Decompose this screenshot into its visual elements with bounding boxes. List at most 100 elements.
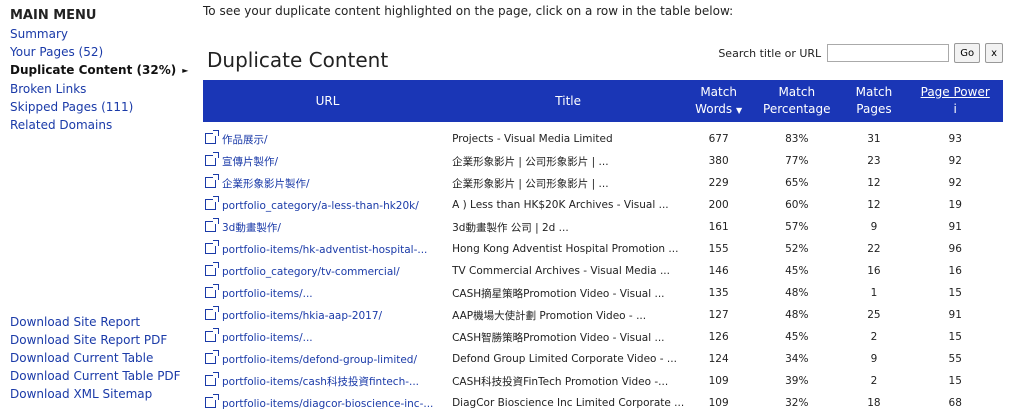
title-cell: TV Commercial Archives - Visual Media ..… — [452, 265, 670, 277]
search-input[interactable] — [827, 44, 950, 62]
download-site-report-pdf-link[interactable]: Download Site Report PDF — [10, 331, 181, 349]
header-match-percentage[interactable]: Match Percentage — [753, 80, 841, 122]
url-link[interactable]: portfolio-items/... — [222, 332, 313, 344]
url-cell: portfolio_category/a-less-than-hk20k/ — [203, 194, 452, 216]
sidebar: MAIN MENU Summary Your Pages (52) Duplic… — [10, 8, 195, 134]
match-words-cell: 229 — [708, 177, 729, 189]
url-link[interactable]: portfolio_category/tv-commercial/ — [222, 266, 400, 278]
title-cell: CASH摘星策略Promotion Video - Visual ... — [452, 287, 665, 300]
external-link-icon[interactable] — [205, 239, 219, 254]
main-menu-title: MAIN MENU — [10, 8, 97, 23]
external-link-icon[interactable] — [205, 195, 219, 210]
table-row[interactable]: portfolio_category/a-less-than-hk20k/A )… — [203, 194, 1003, 216]
title-cell: 企業形象影片 | 公司形象影片 | ... — [452, 155, 609, 168]
url-cell: portfolio-items/... — [203, 326, 452, 348]
download-current-table-pdf-link[interactable]: Download Current Table PDF — [10, 367, 181, 385]
external-link-icon[interactable] — [205, 283, 219, 298]
url-cell: portfolio-items/cash科技投資fintech-... — [203, 370, 452, 392]
url-link[interactable]: portfolio-items/hkia-aap-2017/ — [222, 310, 382, 322]
table-row[interactable]: portfolio-items/cash科技投資fintech-... CASH科… — [203, 370, 1003, 392]
match-percentage-cell: 45% — [785, 331, 809, 343]
match-words-cell: 200 — [708, 199, 729, 211]
table-row[interactable]: portfolio-items/hk-adventist-hospital-..… — [203, 238, 1003, 260]
page-power-link[interactable]: Page Power — [921, 85, 990, 99]
menu-item-duplicate-content[interactable]: Duplicate Content (32%) ► — [10, 61, 195, 80]
table-row[interactable]: portfolio-items/defond-group-limited/Def… — [203, 348, 1003, 370]
table-row[interactable]: portfolio_category/tv-commercial/TV Comm… — [203, 260, 1003, 282]
external-link-icon[interactable] — [205, 129, 219, 144]
table-row[interactable]: portfolio-items/... CASH智勝策略Promotion Vid… — [203, 326, 1003, 348]
clear-search-button[interactable]: x — [985, 43, 1003, 63]
header-url[interactable]: URL — [203, 80, 453, 122]
table-row[interactable]: 3d動畫製作/3d動畫製作 公司 | 2d ... 161 57% 9 91 — [203, 216, 1003, 238]
external-link-icon[interactable] — [205, 393, 219, 408]
page-title: Duplicate Content — [207, 48, 389, 72]
external-link-icon[interactable] — [205, 151, 219, 166]
table-row[interactable]: 作品展示/Projects - Visual Media Limited 677 8… — [203, 122, 1003, 150]
match-pages-cell: 23 — [867, 155, 881, 167]
page-power-cell: 91 — [948, 221, 962, 233]
header-match-words-line2: Words — [695, 101, 733, 116]
match-words-cell: 380 — [708, 155, 729, 167]
url-link[interactable]: portfolio_category/a-less-than-hk20k/ — [222, 200, 419, 212]
external-link-icon[interactable] — [205, 261, 219, 276]
go-button[interactable]: Go — [954, 43, 981, 63]
match-pages-cell: 12 — [867, 177, 881, 189]
match-percentage-cell: 77% — [785, 155, 809, 167]
download-xml-sitemap-link[interactable]: Download XML Sitemap — [10, 385, 181, 403]
url-link[interactable]: portfolio-items/... — [222, 288, 313, 300]
page-power-cell: 92 — [948, 177, 962, 189]
menu-item-broken-links[interactable]: Broken Links — [10, 80, 195, 98]
menu-item-skipped-pages[interactable]: Skipped Pages (111) — [10, 98, 195, 116]
page-power-cell: 55 — [948, 353, 962, 365]
match-words-cell: 109 — [708, 375, 729, 387]
menu-item-summary[interactable]: Summary — [10, 25, 195, 43]
url-link[interactable]: portfolio-items/cash科技投資fintech-... — [222, 376, 419, 388]
url-link[interactable]: 作品展示/ — [222, 134, 268, 146]
match-words-cell: 126 — [708, 331, 729, 343]
match-pages-cell: 2 — [870, 331, 878, 343]
url-cell: 3d動畫製作/ — [203, 216, 452, 238]
title-cell: 企業形象影片 | 公司形象影片 | ... — [452, 177, 609, 190]
sort-down-icon: ▼ — [736, 105, 743, 115]
url-link[interactable]: portfolio-items/defond-group-limited/ — [222, 354, 417, 366]
page-power-cell: 15 — [948, 331, 962, 343]
search-bar: Search title or URL Go x — [718, 43, 1003, 63]
header-page-power[interactable]: Page Power i — [907, 80, 1003, 122]
header-title[interactable]: Title — [452, 80, 685, 122]
info-icon[interactable]: i — [954, 102, 957, 116]
table-row[interactable]: 宣傳片製作/企業形象影片 | 公司形象影片 | ... 380 77% 23 92 — [203, 150, 1003, 172]
external-link-icon[interactable] — [205, 371, 219, 386]
url-link[interactable]: portfolio-items/hk-adventist-hospital-..… — [222, 244, 427, 256]
header-match-pages-line2: Pages — [856, 102, 892, 116]
download-site-report-link[interactable]: Download Site Report — [10, 313, 181, 331]
header-match-pct-line1: Match — [778, 85, 816, 99]
match-percentage-cell: 65% — [785, 177, 809, 189]
table-row[interactable]: portfolio-items/... CASH摘星策略Promotion Vid… — [203, 282, 1003, 304]
match-percentage-cell: 48% — [785, 309, 809, 321]
menu-item-duplicate-content-label: Duplicate Content (32%) — [10, 63, 177, 77]
url-link[interactable]: portfolio-items/diagcor-bioscience-inc-.… — [222, 398, 433, 410]
external-link-icon[interactable] — [205, 349, 219, 364]
menu-item-your-pages[interactable]: Your Pages (52) — [10, 43, 195, 61]
menu-item-related-domains[interactable]: Related Domains — [10, 116, 195, 134]
url-link[interactable]: 3d動畫製作/ — [222, 222, 281, 234]
table-row[interactable]: portfolio-items/hkia-aap-2017/AAP機場大使計劃 … — [203, 304, 1003, 326]
match-pages-cell: 9 — [870, 221, 878, 233]
match-pages-cell: 31 — [867, 133, 881, 145]
table-row[interactable]: 企業形象影片製作/企業形象影片 | 公司形象影片 | ... 229 65% 12 92 — [203, 172, 1003, 194]
title-cell: Defond Group Limited Corporate Video - .… — [452, 353, 677, 365]
header-match-pages[interactable]: Match Pages — [840, 80, 908, 122]
download-current-table-link[interactable]: Download Current Table — [10, 349, 181, 367]
header-match-words[interactable]: Match Words ▼ — [684, 80, 754, 122]
table-row[interactable]: portfolio-items/diagcor-bioscience-inc-.… — [203, 392, 1003, 414]
external-link-icon[interactable] — [205, 217, 219, 232]
match-words-cell: 161 — [708, 221, 729, 233]
duplicate-content-table: URL Title Match Words ▼ Match Percentage M… — [203, 80, 1003, 414]
external-link-icon[interactable] — [205, 305, 219, 320]
url-link[interactable]: 宣傳片製作/ — [222, 156, 278, 168]
url-link[interactable]: 企業形象影片製作/ — [222, 178, 310, 190]
external-link-icon[interactable] — [205, 327, 219, 342]
match-percentage-cell: 57% — [785, 221, 809, 233]
external-link-icon[interactable] — [205, 173, 219, 188]
